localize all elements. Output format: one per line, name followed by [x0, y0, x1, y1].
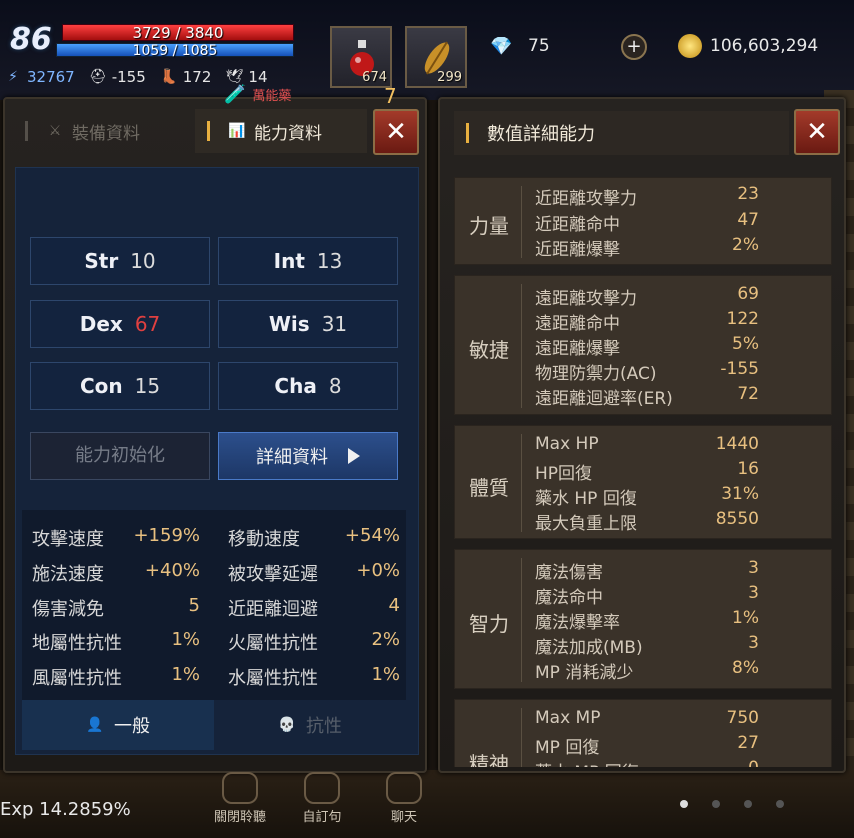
stat-cha: Cha 8 — [218, 362, 398, 410]
list-item: 風屬性抗性 1% 水屬性抗性 1% — [32, 664, 400, 689]
boot-icon: 👢 — [160, 69, 178, 85]
hp-bar: 3729 / 3840 — [62, 24, 294, 42]
potion-count: 674 — [362, 70, 387, 85]
mp-text: 1059 / 1085 — [132, 43, 218, 59]
helmet-icon: ⛑ — [88, 69, 107, 85]
mp-bar: 1059 / 1085 — [56, 43, 294, 59]
detail-title-bar: 數值詳細能力 — [454, 111, 789, 155]
lightning-stat: ⚡ 32767 — [4, 68, 75, 86]
list-item: 傷害減免 5 近距離迴避 4 — [32, 595, 400, 620]
list-item: 地屬性抗性 1% 火屬性抗性 2% — [32, 629, 400, 654]
detail-scroll-area[interactable]: 力量 近距離攻擊力 23 近距離命中 47 近距離爆擊 2% 敏捷 遠距離攻擊力 69 … — [454, 171, 832, 767]
diamond-value: 75 — [528, 36, 550, 56]
list-item: 攻擊速度 +159% 移動速度 +54% — [32, 525, 400, 550]
group-dexterity: 敏捷 遠距離攻擊力 69 遠距離命中 122 遠距離爆擊 5% 物理防禦力(AC) -1… — [454, 275, 832, 415]
ability-subtabs: 👤 一般 💀 抗性 — [22, 700, 406, 750]
tab-gear-info[interactable]: ⚔ 裝備資料 — [15, 109, 195, 153]
character-level: 86 — [10, 22, 52, 57]
page-dot[interactable] — [712, 800, 720, 808]
wing-icon: 🕊 — [225, 69, 244, 85]
phrase-icon — [304, 772, 340, 804]
detail-stats-panel: 數值詳細能力 ✕ 力量 近距離攻擊力 23 近距離命中 47 近距離爆擊 2% 敏捷 … — [438, 97, 846, 773]
tab-general[interactable]: 👤 一般 — [22, 700, 214, 750]
tab-resistance[interactable]: 💀 抗性 — [214, 700, 406, 750]
gear-tab-icon: ⚔ — [48, 123, 62, 139]
person-icon: 👤 — [86, 717, 104, 733]
exp-percentage: Exp 14.2859% — [0, 799, 131, 820]
chat-bubble-icon — [386, 772, 422, 804]
hp-text: 3729 / 3840 — [132, 24, 224, 42]
page-dot[interactable] — [680, 800, 688, 808]
feather-count: 299 — [437, 70, 462, 85]
group-spirit: 精神 Max MP750 MP 回復27 藥水 MP 回復0 — [454, 699, 832, 767]
mute-listen-button[interactable]: 關閉聆聽 — [210, 772, 270, 832]
play-arrow-icon — [348, 448, 360, 464]
headphones-icon — [222, 772, 258, 804]
quickslot-potion[interactable]: 674 — [330, 26, 392, 88]
chat-button[interactable]: 聊天 — [374, 772, 434, 832]
close-detail-button[interactable]: ✕ — [794, 109, 840, 155]
reset-stats-button[interactable]: 能力初始化 — [30, 432, 210, 480]
page-dot[interactable] — [744, 800, 752, 808]
custom-phrase-button[interactable]: 自訂句 — [292, 772, 352, 832]
elixir-label: 🧪 萬能藥 — [224, 84, 292, 105]
ac-stat: ⛑ -155 — [88, 68, 146, 86]
page-dot[interactable] — [776, 800, 784, 808]
stat-wis: Wis 31 — [218, 300, 398, 348]
stat-con: Con 15 — [30, 362, 210, 410]
speed-stat: 👢 172 — [160, 68, 212, 86]
elixir-count: 7 — [384, 84, 397, 108]
group-strength: 力量 近距離攻擊力 23 近距離命中 47 近距離爆擊 2% — [454, 177, 832, 265]
stat-int: Int 13 — [218, 237, 398, 285]
detail-info-button[interactable]: 詳細資料 — [218, 432, 398, 480]
skull-icon: 💀 — [278, 717, 296, 733]
gold-coin-icon — [678, 34, 702, 58]
quickslot-feather[interactable]: 299 — [405, 26, 467, 88]
page-indicator — [680, 800, 784, 808]
bar-chart-icon: 📊 — [228, 123, 246, 139]
tab-ability-info[interactable]: 📊 能力資料 — [195, 109, 367, 153]
stat-dex: Dex 67 — [30, 300, 210, 348]
group-intelligence: 智力 魔法傷害 3 魔法命中 3 魔法爆擊率 1% 魔法加成(MB) 3 MP 消耗減少… — [454, 549, 832, 689]
add-currency-button[interactable]: + — [621, 34, 647, 60]
diamond-icon: 💎 — [490, 36, 513, 57]
list-item: 施法速度 +40% 被攻擊延遲 +0% — [32, 560, 400, 585]
lightning-icon: ⚡ — [8, 69, 18, 85]
elixir-potion-icon: 🧪 — [224, 84, 247, 105]
group-constitution: 體質 Max HP 1440 HP回復 16 藥水 HP 回復 31% 最大負重上限 8… — [454, 425, 832, 539]
close-ability-button[interactable]: ✕ — [373, 109, 419, 155]
gold-value: 106,603,294 — [710, 36, 819, 56]
stat-str: Str 10 — [30, 237, 210, 285]
